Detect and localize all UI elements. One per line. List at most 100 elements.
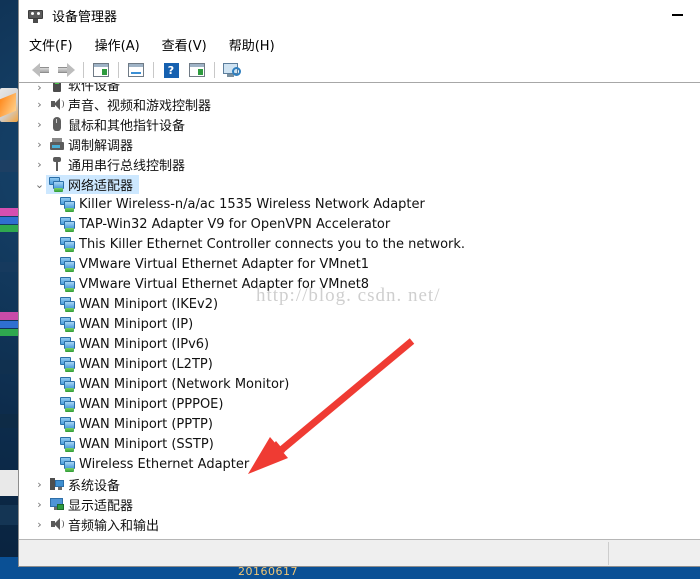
tree-item-content[interactable]: WAN Miniport (PPTP) [57, 416, 213, 432]
menu-view[interactable]: 查看(V) [162, 35, 207, 54]
tree-item[interactable]: WAN Miniport (L2TP) [19, 354, 700, 374]
tree-item[interactable]: WAN Miniport (IP) [19, 314, 700, 334]
chevron-right-icon[interactable]: › [33, 498, 46, 511]
scan-hardware-changes-button[interactable] [219, 59, 245, 81]
desktop-icon-3[interactable] [0, 208, 18, 216]
chevron-right-icon[interactable]: › [33, 478, 46, 491]
desktop-icon-2[interactable] [0, 160, 18, 172]
tree-item-label: Wireless Ethernet Adapter [79, 456, 250, 472]
back-button[interactable] [27, 59, 53, 81]
minimize-icon [671, 14, 683, 16]
tree-item-content[interactable]: 软件设备 [46, 83, 120, 94]
tree-item[interactable]: WAN Miniport (IKEv2) [19, 294, 700, 314]
menu-file[interactable]: 文件(F) [29, 35, 73, 54]
tree-item[interactable]: Wireless Ethernet Adapter [19, 454, 700, 474]
tree-item-content[interactable]: WAN Miniport (IKEv2) [57, 296, 218, 312]
tree-item[interactable]: TAP-Win32 Adapter V9 for OpenVPN Acceler… [19, 214, 700, 234]
tree-item-content[interactable]: 声音、视频和游戏控制器 [46, 95, 211, 114]
network-adapter-icon [60, 276, 76, 292]
tree-item-label: WAN Miniport (L2TP) [79, 356, 213, 372]
tree-item[interactable]: WAN Miniport (PPPOE) [19, 394, 700, 414]
tree-item-content[interactable]: 显示适配器 [46, 495, 133, 514]
tree-item-content[interactable]: 网络适配器 [46, 174, 140, 194]
tree-item[interactable]: › 显示适配器 [19, 494, 700, 514]
tree-item[interactable]: WAN Miniport (PPTP) [19, 414, 700, 434]
device-tree-pane[interactable]: › 软件设备 › 声音、视频和游戏控制器 › 鼠标和其他指针设备 › 调制解调器 › 通用串行总线… [19, 82, 700, 539]
tree-item-content[interactable]: 调制解调器 [46, 135, 133, 154]
tree-item[interactable]: WAN Miniport (SSTP) [19, 434, 700, 454]
tree-item-icon [57, 316, 79, 332]
tree-item[interactable]: › 鼠标和其他指针设备 [19, 114, 700, 134]
chevron-down-icon[interactable]: ⌄ [33, 178, 46, 191]
minimize-button[interactable] [654, 0, 700, 30]
menu-help[interactable]: 帮助(H) [229, 35, 275, 54]
tree-item-content[interactable]: 音频输入和输出 [46, 515, 159, 534]
tree-item[interactable]: WAN Miniport (IPv6) [19, 334, 700, 354]
tree-item[interactable]: › 软件设备 [19, 83, 700, 94]
tree-item-icon [57, 396, 79, 412]
tree-item-content[interactable]: WAN Miniport (L2TP) [57, 356, 213, 372]
tree-item[interactable]: WAN Miniport (Network Monitor) [19, 374, 700, 394]
tree-item-content[interactable]: WAN Miniport (Network Monitor) [57, 376, 289, 392]
desktop-icon-9[interactable] [0, 329, 18, 336]
tree-item[interactable]: This Killer Ethernet Controller connects… [19, 234, 700, 254]
toolbar: ? [19, 57, 700, 83]
usb-controller-icon [49, 156, 65, 172]
desktop-icon-10[interactable] [0, 360, 18, 374]
update-driver-button[interactable] [184, 59, 210, 81]
help-button[interactable]: ? [158, 59, 184, 81]
tree-item-label: WAN Miniport (IKEv2) [79, 296, 219, 312]
tree-item-icon [57, 336, 79, 352]
desktop-icon-7[interactable] [0, 312, 18, 320]
tree-item[interactable]: › 调制解调器 [19, 134, 700, 154]
tree-item-content[interactable]: Wireless Ethernet Adapter [57, 456, 249, 472]
sound-video-game-controller-icon [49, 96, 65, 112]
tree-item-content[interactable]: 鼠标和其他指针设备 [46, 115, 185, 134]
tree-item[interactable]: VMware Virtual Ethernet Adapter for VMne… [19, 254, 700, 274]
tree-item-content[interactable]: VMware Virtual Ethernet Adapter for VMne… [57, 256, 369, 272]
tree-item-content[interactable]: WAN Miniport (PPPOE) [57, 396, 223, 412]
tree-item[interactable]: › 声音、视频和游戏控制器 [19, 94, 700, 114]
tree-item[interactable]: › 系统设备 [19, 474, 700, 494]
forward-button[interactable] [53, 59, 79, 81]
desktop-icon-11[interactable] [0, 414, 18, 428]
tree-item-icon [46, 96, 68, 112]
tree-item-content[interactable]: VMware Virtual Ethernet Adapter for VMne… [57, 276, 369, 292]
tree-item-content[interactable]: WAN Miniport (SSTP) [57, 436, 214, 452]
menu-action[interactable]: 操作(A) [95, 35, 140, 54]
tree-item-content[interactable]: WAN Miniport (IP) [57, 316, 193, 332]
desktop-icon-4[interactable] [0, 217, 18, 224]
toolbar-separator-1 [83, 62, 84, 78]
tree-item[interactable]: ⌄ 网络适配器 [19, 174, 700, 194]
chevron-right-icon[interactable]: › [33, 518, 46, 531]
tree-item[interactable]: VMware Virtual Ethernet Adapter for VMne… [19, 274, 700, 294]
desktop-icon-5[interactable] [0, 225, 18, 232]
tree-item-content[interactable]: This Killer Ethernet Controller connects… [57, 236, 465, 252]
show-hide-console-tree-button[interactable] [88, 59, 114, 81]
chevron-right-icon[interactable]: › [33, 118, 46, 131]
chevron-right-icon[interactable]: › [33, 138, 46, 151]
chevron-right-icon[interactable]: › [33, 98, 46, 111]
tree-item-content[interactable]: 通用串行总线控制器 [46, 155, 185, 174]
chevron-right-icon[interactable]: › [33, 158, 46, 171]
tree-item-content[interactable]: TAP-Win32 Adapter V9 for OpenVPN Acceler… [57, 216, 390, 232]
tree-item[interactable]: › 音频输入和输出 [19, 514, 700, 534]
tree-item-content[interactable]: Killer Wireless-n/a/ac 1535 Wireless Net… [57, 196, 425, 212]
tree-item-label: This Killer Ethernet Controller connects… [79, 236, 466, 252]
tree-item-content[interactable]: 系统设备 [46, 475, 120, 494]
tree-item-content[interactable]: WAN Miniport (IPv6) [57, 336, 209, 352]
desktop-icon-13[interactable] [0, 505, 18, 525]
tree-item-icon [46, 476, 68, 492]
properties-button[interactable] [123, 59, 149, 81]
tree-item-label: 鼠标和其他指针设备 [68, 118, 186, 134]
desktop-icon-8[interactable] [0, 321, 18, 328]
tree-item-icon [57, 376, 79, 392]
chevron-right-icon[interactable]: › [33, 83, 46, 94]
desktop-icon-12[interactable] [0, 470, 18, 496]
tree-item-icon [46, 136, 68, 152]
tree-item[interactable]: Killer Wireless-n/a/ac 1535 Wireless Net… [19, 194, 700, 214]
network-adapter-icon [60, 256, 76, 272]
tree-item[interactable]: › 通用串行总线控制器 [19, 154, 700, 174]
network-adapter-icon [60, 336, 76, 352]
desktop-icon-6[interactable] [0, 262, 18, 272]
